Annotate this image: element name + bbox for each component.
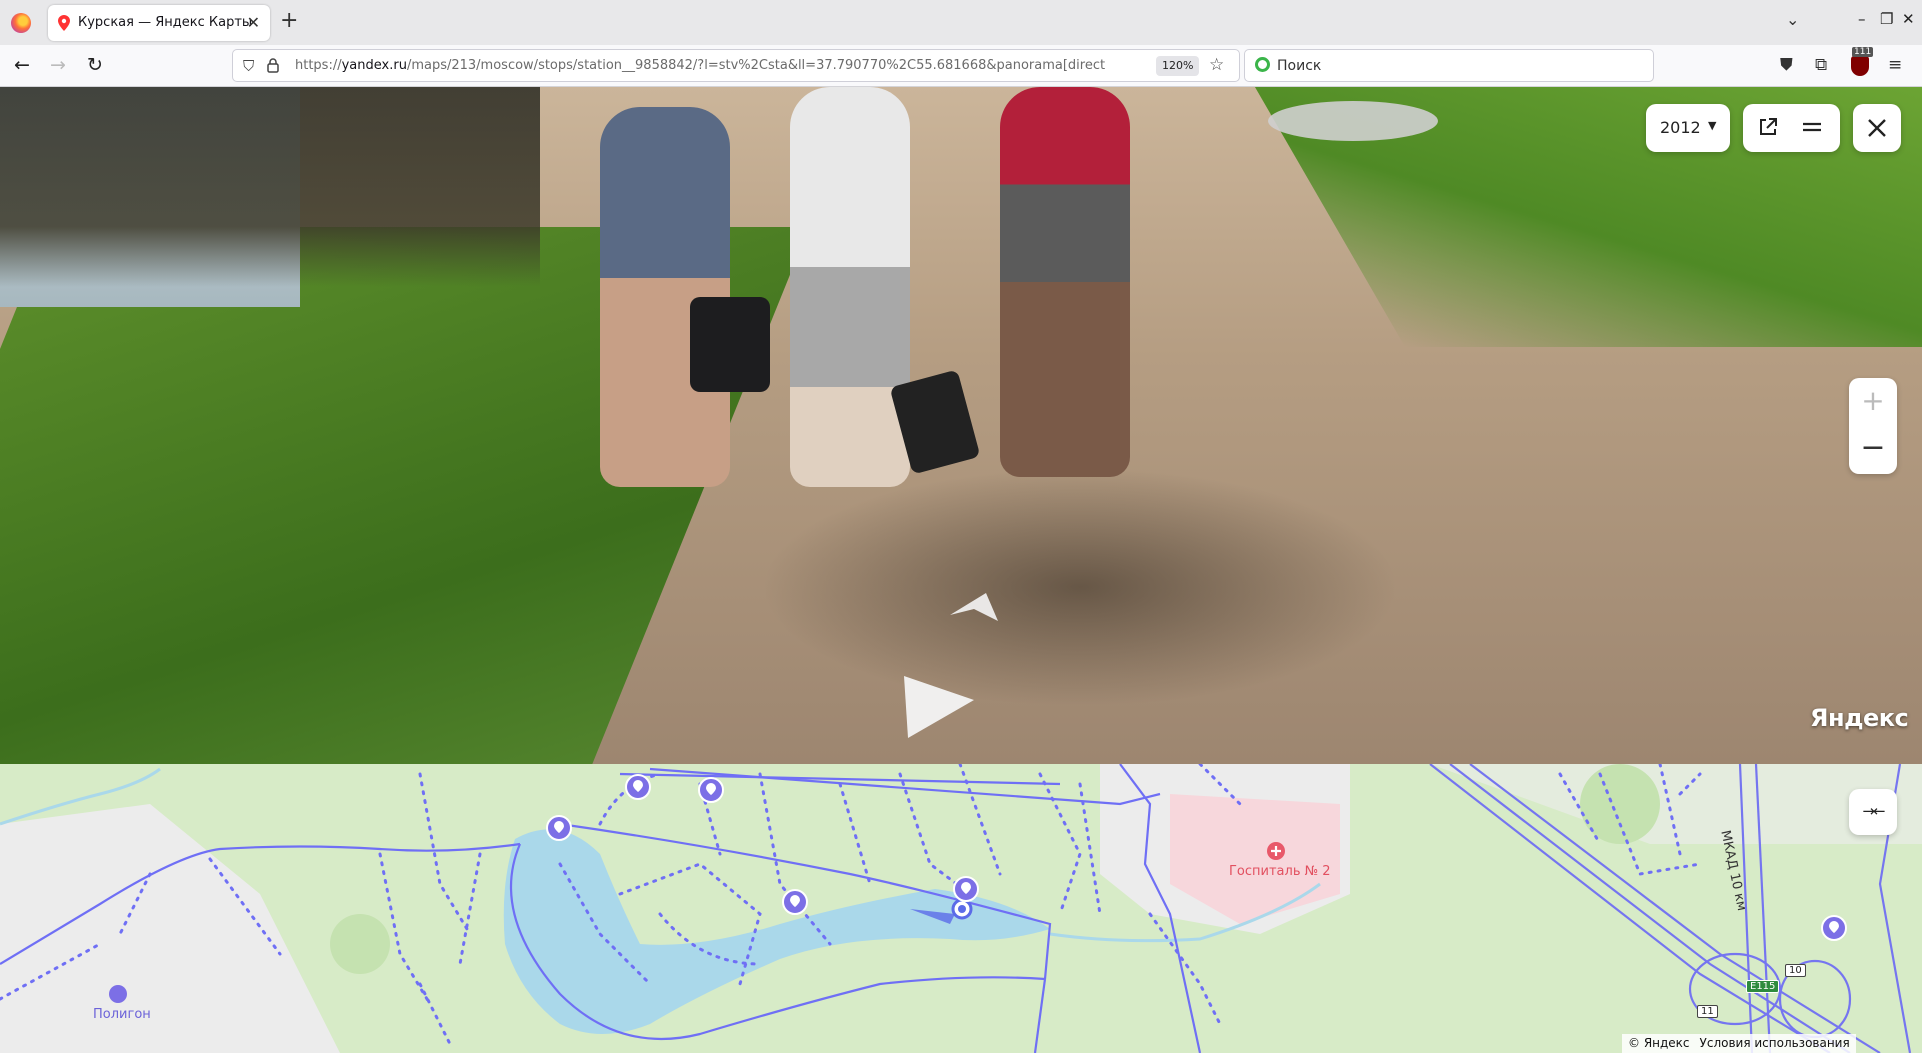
navigation-bar: ← → ↻ ⛉ https://yandex.ru/maps/213/mosco… (0, 45, 1922, 87)
balloon-poi-icon[interactable] (624, 773, 652, 803)
panorama-person (1000, 87, 1130, 477)
balloon-poi-icon[interactable] (781, 888, 809, 918)
caret-down-icon: ▼ (1708, 119, 1717, 132)
road-shield-10: 10 (1785, 964, 1806, 977)
panorama-person (790, 87, 910, 487)
year-selector[interactable]: 2012 ▼ (1646, 104, 1730, 152)
tab-close-icon[interactable]: ✕ (247, 13, 260, 32)
zoom-out-icon[interactable]: − (1849, 426, 1897, 474)
tab-list-chevron-icon[interactable]: ⌄ (1786, 10, 1799, 29)
yandex-logo: Яндекс (1810, 704, 1909, 732)
menu-icon[interactable] (1801, 116, 1823, 138)
tab-active[interactable]: Курская — Яндекс Карты ✕ (48, 5, 270, 41)
restore-icon[interactable]: ❐ (1880, 10, 1893, 28)
map-view[interactable]: →← Госпиталь № 2 Полигон МКАД 10 км E115… (0, 764, 1922, 1053)
hamburger-menu-icon[interactable]: ≡ (1888, 55, 1902, 75)
map-copyright: © Яндекс Условия использования (1622, 1034, 1856, 1053)
url-path: /maps/213/moscow/stops/station__9858842/… (406, 58, 1105, 73)
tab-bar: Курская — Яндекс Карты ✕ + ⌄ – ❐ ✕ (0, 0, 1922, 45)
search-engine-icon (1255, 57, 1270, 72)
copyright-text[interactable]: © Яндекс (1628, 1036, 1690, 1050)
panorama-bag (690, 297, 770, 392)
navigation-arrow-icon[interactable] (944, 587, 1004, 627)
firefox-logo-icon[interactable] (11, 13, 31, 33)
collapse-map-button[interactable]: →← (1849, 789, 1897, 835)
map-canvas[interactable] (0, 764, 1922, 1053)
privacy-blur (1268, 101, 1438, 141)
map-pin-icon (58, 15, 70, 31)
balloon-poi-icon[interactable] (697, 776, 725, 806)
balloon-poi-icon[interactable] (1820, 914, 1848, 944)
panorama-actions (1743, 104, 1840, 152)
bookmark-star-icon[interactable]: ☆ (1209, 55, 1224, 75)
road-shield-11: 11 (1697, 1005, 1718, 1018)
extensions-icon[interactable]: ⧉ (1815, 55, 1827, 75)
window-close-icon[interactable]: ✕ (1902, 10, 1915, 28)
tab-title: Курская — Яндекс Карты (78, 15, 253, 30)
back-icon[interactable]: ← (14, 54, 30, 76)
search-bar[interactable]: Поиск (1244, 49, 1654, 82)
forward-icon[interactable]: → (50, 54, 66, 76)
road-shield-e115: E115 (1746, 980, 1780, 993)
balloon-poi-icon[interactable] (545, 814, 573, 844)
minimize-icon[interactable]: – (1858, 10, 1866, 28)
ublock-icon[interactable] (1851, 56, 1869, 76)
zoom-in-icon[interactable]: + (1849, 378, 1897, 426)
navigation-arrow-icon[interactable] (900, 672, 980, 742)
year-value: 2012 (1660, 118, 1701, 137)
street-panorama[interactable]: 2012 ▼ + − Яндекс (0, 87, 1922, 764)
panorama-zoom-control: + − (1849, 378, 1897, 474)
ublock-count-badge: 111 (1852, 47, 1874, 57)
panorama-shadow (760, 467, 1400, 707)
lock-icon[interactable] (267, 58, 279, 73)
new-tab-icon[interactable]: + (280, 8, 298, 33)
hospital-label[interactable]: Госпиталь № 2 (1229, 864, 1331, 879)
share-icon[interactable] (1757, 116, 1779, 138)
url-prefix: https:// (295, 58, 342, 73)
search-input[interactable]: Поиск (1277, 58, 1321, 74)
reload-icon[interactable]: ↻ (87, 54, 103, 76)
close-panorama-button[interactable] (1853, 104, 1901, 152)
address-bar[interactable]: ⛉ https://yandex.ru/maps/213/moscow/stop… (232, 49, 1240, 82)
poligon-label[interactable]: Полигон (93, 1007, 151, 1022)
balloon-poi-icon[interactable] (952, 875, 980, 905)
terms-link[interactable]: Условия использования (1700, 1036, 1850, 1050)
pocket-icon[interactable]: ⛊ (1780, 55, 1793, 75)
close-icon (1868, 119, 1886, 137)
collapse-arrows-icon: →← (1862, 802, 1885, 820)
url-text: https://yandex.ru/maps/213/moscow/stops/… (295, 58, 1105, 73)
url-host: yandex.ru (341, 58, 407, 73)
panorama-trees (0, 87, 540, 287)
tracking-shield-icon[interactable]: ⛉ (243, 57, 254, 75)
zoom-level-badge[interactable]: 120% (1156, 56, 1200, 76)
